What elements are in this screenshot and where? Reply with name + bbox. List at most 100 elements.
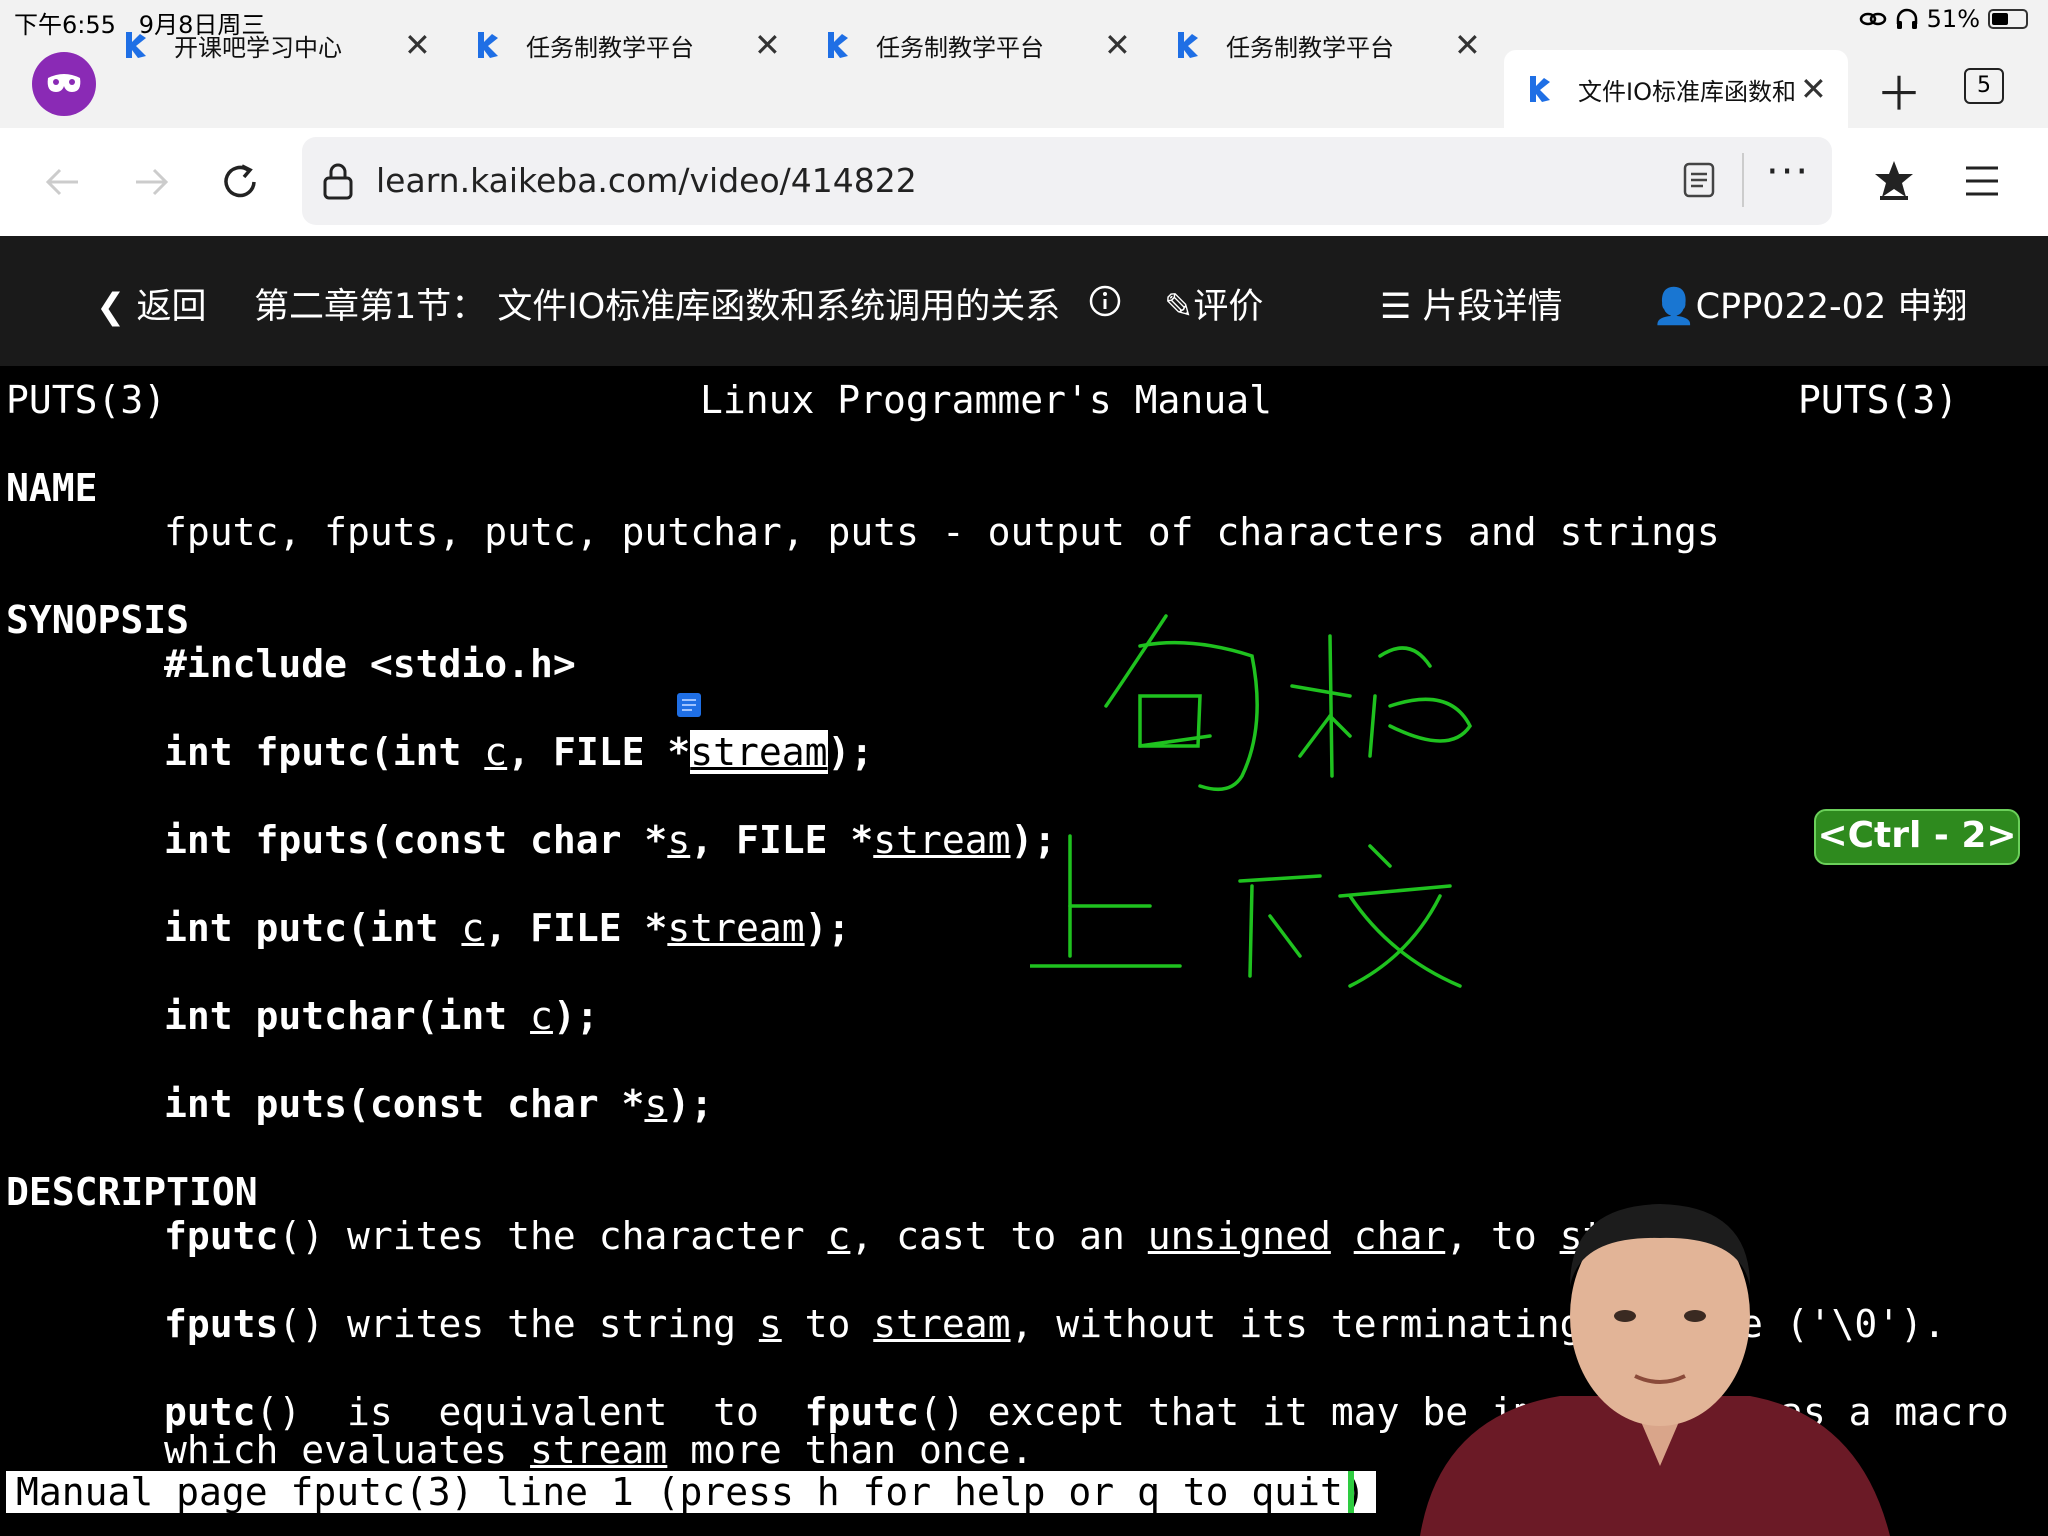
code-text: , FILE * — [484, 906, 668, 950]
video-header: ❮ 返回 第二章第1节： 文件IO标准库函数和系统调用的关系 ✎评价 ☰ 片段详… — [0, 236, 2048, 366]
tab-2[interactable]: 任务制教学平台 ✕ — [474, 12, 784, 78]
lesson-title: 第二章第1节： 文件IO标准库函数和系统调用的关系 — [254, 278, 1060, 329]
synopsis-fputc: int fputc(int c, FILE *stream); — [164, 730, 873, 774]
code-text: int fputc(int — [164, 730, 485, 774]
synopsis-fputs: int fputs(const char *s, FILE *stream); — [164, 818, 1056, 862]
user-info[interactable]: 👤CPP022-02 申翔 — [1652, 278, 1967, 329]
code-text: ); — [827, 730, 874, 774]
code-text: int puts(const char * — [164, 1082, 645, 1126]
favorites-star-icon[interactable] — [1872, 158, 1916, 202]
description-heading: DESCRIPTION — [6, 1170, 258, 1214]
profile-avatar[interactable] — [32, 52, 96, 116]
desc-text: more than once. — [667, 1428, 1034, 1472]
lock-icon — [323, 163, 353, 200]
menu-icon[interactable] — [1964, 164, 2000, 198]
battery-percent: 51% — [1926, 5, 1980, 33]
name-heading: NAME — [6, 466, 98, 510]
code-param: c — [827, 1214, 851, 1258]
list-icon: ☰ — [1380, 287, 1412, 327]
tab-4[interactable]: 任务制教学平台 ✕ — [1174, 12, 1484, 78]
status-right: 51% — [1859, 5, 2028, 33]
tab-label: 文件IO标准库函数和 — [1578, 77, 1796, 106]
desc-text: , cast to an — [850, 1214, 1148, 1258]
man-header-center: Linux Programmer's Manual — [700, 378, 1272, 422]
reload-icon[interactable] — [218, 160, 262, 204]
tab-1[interactable]: 开课吧学习中心 ✕ — [122, 12, 432, 78]
desc-fputs: fputs() writes the string s to stream, w… — [164, 1302, 1605, 1346]
close-tab-icon[interactable]: ✕ — [1104, 26, 1131, 64]
tab-5-active[interactable]: 文件IO标准库函数和 ✕ — [1504, 50, 1848, 128]
url-text[interactable]: learn.kaikeba.com/video/414822 — [376, 161, 917, 200]
code-text: ); — [804, 906, 851, 950]
battery-fill — [1992, 13, 2009, 25]
back-arrow-icon[interactable] — [42, 162, 82, 202]
chevron-left-icon: ❮ — [96, 287, 126, 327]
desc-text: () — [278, 1214, 325, 1258]
video-frame-terminal[interactable]: PUTS(3) Linux Programmer's Manual PUTS(3… — [0, 366, 2048, 1536]
desc-text: writes the string — [324, 1302, 759, 1346]
keyboard-shortcut-badge: <Ctrl - 2> — [1814, 809, 2020, 865]
address-bar[interactable]: learn.kaikeba.com/video/414822 ··· — [302, 137, 1832, 225]
close-tab-icon[interactable]: ✕ — [404, 26, 431, 64]
close-tab-icon[interactable]: ✕ — [1800, 70, 1827, 108]
tab-label: 任务制教学平台 — [876, 33, 1044, 62]
tab-label: 任务制教学平台 — [526, 33, 694, 62]
name-line: fputc, fputs, putc, putchar, puts - outp… — [164, 510, 1720, 554]
code-param: unsigned — [1147, 1214, 1331, 1258]
code-param: stream — [873, 818, 1011, 862]
reader-mode-icon[interactable] — [1682, 161, 1716, 199]
code-param: c — [484, 730, 508, 774]
info-icon[interactable] — [1088, 284, 1122, 318]
segments-button[interactable]: ☰ 片段详情 — [1380, 278, 1563, 329]
more-options-icon[interactable]: ··· — [1766, 149, 1810, 195]
link-icon — [1859, 12, 1886, 26]
code-param: c — [530, 994, 553, 1038]
cursor — [1348, 1471, 1354, 1513]
kaikeba-logo-icon — [478, 32, 498, 58]
user-icon: 👤 — [1652, 287, 1696, 327]
code-param: s — [758, 1302, 782, 1346]
desc-text: to — [781, 1302, 874, 1346]
user-name: CPP022-02 申翔 — [1695, 287, 1968, 327]
tab-count: 5 — [1977, 73, 1991, 98]
include-line: #include <stdio.h> — [164, 642, 576, 686]
desc-putc-cont: which evaluates stream more than once. — [164, 1428, 1033, 1472]
synopsis-putc: int putc(int c, FILE *stream); — [164, 906, 850, 950]
code-text: ); — [552, 994, 599, 1038]
tab-count-button[interactable]: 5 — [1964, 68, 2004, 104]
desc-text: writes the character — [324, 1214, 828, 1258]
kaikeba-logo-icon — [1178, 32, 1198, 58]
close-tab-icon[interactable]: ✕ — [754, 26, 781, 64]
code-param: c — [461, 906, 485, 950]
review-label: 评价 — [1193, 287, 1264, 327]
note-marker-icon[interactable] — [676, 692, 702, 718]
code-text: int putc(int — [164, 906, 462, 950]
synopsis-puts: int puts(const char *s); — [164, 1082, 713, 1126]
func-name: fputs — [164, 1302, 279, 1346]
code-text: , FILE * — [690, 818, 874, 862]
desc-text: which evaluates — [164, 1428, 531, 1472]
forward-arrow-icon[interactable] — [132, 162, 172, 202]
tab-3[interactable]: 任务制教学平台 ✕ — [824, 12, 1134, 78]
pager-status-line: Manual page fputc(3) line 1 (press h for… — [6, 1471, 1376, 1513]
synopsis-heading: SYNOPSIS — [6, 598, 190, 642]
new-tab-icon[interactable]: ＋ — [1876, 58, 1922, 124]
headphones-icon — [1896, 8, 1917, 29]
func-name: fputc — [164, 1214, 279, 1258]
code-param: s — [644, 1082, 668, 1126]
code-text: int fputs(const char * — [164, 818, 668, 862]
back-button[interactable]: ❮ 返回 — [96, 278, 206, 329]
edit-icon: ✎ — [1164, 287, 1194, 327]
review-button[interactable]: ✎评价 — [1164, 278, 1263, 329]
lesson-title-text: 第二章第1节： 文件IO标准库函数和系统调用的关系 — [254, 287, 1061, 327]
code-text: int putchar(int — [164, 994, 531, 1038]
code-text: , FILE * — [507, 730, 691, 774]
address-divider — [1742, 153, 1744, 207]
selected-word: stream — [690, 730, 828, 774]
handwriting-annotation — [1030, 614, 1473, 988]
navigation-bar: learn.kaikeba.com/video/414822 ··· — [0, 128, 2048, 237]
code-param: stream — [530, 1428, 668, 1472]
close-tab-icon[interactable]: ✕ — [1454, 26, 1481, 64]
battery-icon — [1988, 9, 2028, 29]
back-label: 返回 — [136, 287, 207, 327]
